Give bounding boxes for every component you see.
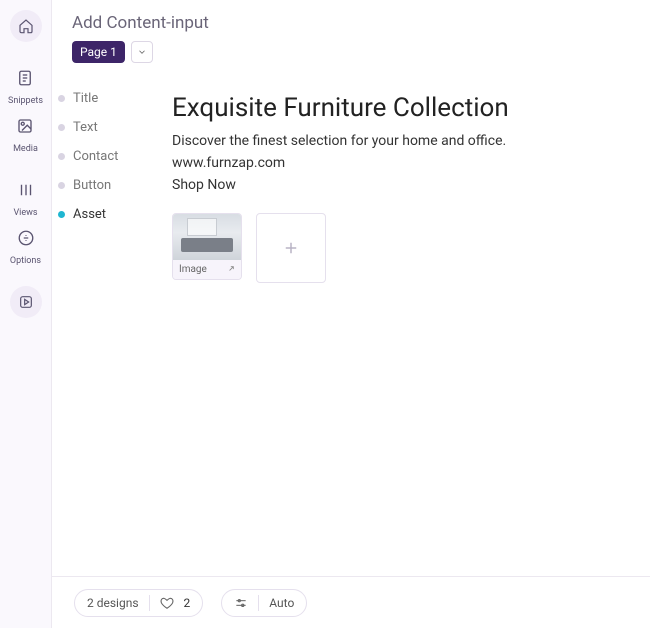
snippets-icon [16, 69, 34, 87]
like-count: 2 [184, 596, 191, 610]
play-icon [18, 294, 34, 310]
asset-label: Image [179, 264, 207, 275]
home-button[interactable] [10, 10, 42, 42]
content-button-label[interactable]: Shop Now [172, 177, 630, 193]
link-icon [225, 265, 235, 275]
header: Add Content-input Page 1 [52, 0, 650, 71]
media-icon [16, 117, 34, 135]
divider [258, 595, 259, 611]
play-button[interactable] [10, 286, 42, 318]
nav-dot [58, 95, 65, 102]
nav-label: Title [73, 91, 98, 106]
page-selector-row: Page 1 [72, 41, 630, 63]
designs-pill[interactable]: 2 designs 2 [74, 589, 203, 617]
asset-add-button[interactable] [256, 213, 326, 283]
sidebar-item-snippets[interactable]: Snippets [8, 62, 43, 106]
designs-count-label: 2 designs [87, 596, 139, 610]
asset-card[interactable]: Image [172, 213, 242, 280]
nav-label: Asset [73, 207, 106, 222]
sidebar-label-views: Views [13, 208, 37, 218]
content-text[interactable]: Discover the finest selection for your h… [172, 133, 630, 149]
footer: 2 designs 2 Auto [52, 576, 650, 628]
app-root: Snippets Media Views Options [0, 0, 650, 628]
nav-label: Button [73, 178, 111, 193]
content-area: Title Text Contact Button Asset [52, 71, 650, 628]
nav-item-title[interactable]: Title [58, 91, 172, 106]
divider [149, 595, 150, 611]
sidebar-item-views[interactable]: Views [10, 174, 42, 218]
nav-label: Text [73, 120, 98, 135]
sidebar-label-snippets: Snippets [8, 96, 43, 106]
content-contact[interactable]: www.furnzap.com [172, 155, 630, 171]
heart-icon [160, 596, 174, 610]
sidebar: Snippets Media Views Options [0, 0, 52, 628]
nav-dot [58, 153, 65, 160]
asset-row: Image [172, 213, 630, 283]
sidebar-item-options[interactable]: Options [10, 222, 42, 266]
nav-label: Contact [73, 149, 118, 164]
views-icon [17, 181, 35, 199]
nav-dot [58, 211, 65, 218]
asset-thumbnail [173, 214, 241, 260]
home-icon [18, 18, 34, 34]
sidebar-label-media: Media [13, 144, 38, 154]
preview-panel: Exquisite Furniture Collection Discover … [172, 91, 630, 628]
content-title[interactable]: Exquisite Furniture Collection [172, 93, 630, 123]
page-dropdown[interactable] [131, 41, 153, 63]
nav-dot [58, 182, 65, 189]
auto-label: Auto [269, 596, 294, 610]
sliders-icon [234, 596, 248, 610]
nav-item-button[interactable]: Button [58, 178, 172, 193]
plus-icon [282, 239, 300, 257]
sidebar-label-options: Options [10, 256, 41, 266]
nav-item-contact[interactable]: Contact [58, 149, 172, 164]
nav-list: Title Text Contact Button Asset [52, 91, 172, 628]
nav-item-text[interactable]: Text [58, 120, 172, 135]
options-icon [17, 229, 35, 247]
sidebar-item-media[interactable]: Media [9, 110, 41, 154]
nav-dot [58, 124, 65, 131]
main-panel: Add Content-input Page 1 Title Text [52, 0, 650, 628]
page-badge[interactable]: Page 1 [72, 41, 125, 63]
asset-label-row: Image [173, 260, 241, 279]
auto-pill[interactable]: Auto [221, 589, 307, 617]
chevron-down-icon [137, 47, 147, 57]
page-title: Add Content-input [72, 13, 630, 33]
nav-item-asset[interactable]: Asset [58, 207, 172, 222]
